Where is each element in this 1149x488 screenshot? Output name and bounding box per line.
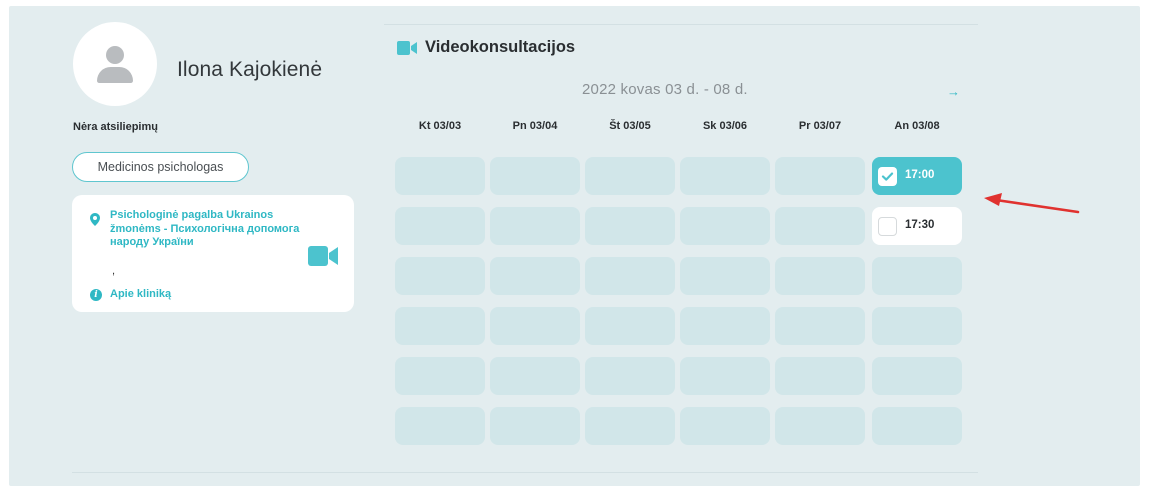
section-title: Videokonsultacijos	[397, 38, 575, 57]
map-pin-icon	[90, 213, 100, 226]
empty-slot	[872, 257, 962, 295]
empty-slot	[490, 257, 580, 295]
video-camera-icon	[308, 246, 338, 266]
empty-slot	[490, 207, 580, 245]
empty-slot	[585, 157, 675, 195]
empty-slot	[585, 307, 675, 345]
day-header: Pn 03/04	[512, 120, 558, 132]
slot-time: 17:00	[905, 169, 935, 181]
empty-slot	[395, 157, 485, 195]
empty-slot	[775, 207, 865, 245]
checkbox-icon[interactable]	[878, 217, 897, 236]
day-header: Sk 03/06	[702, 120, 748, 132]
clinic-card: Psichologinė pagalba Ukrainos žmonėms - …	[72, 195, 354, 312]
check-icon	[881, 172, 894, 181]
arrow-right-icon[interactable]: →	[947, 84, 960, 99]
empty-slot	[775, 157, 865, 195]
checkbox-icon[interactable]	[878, 167, 897, 186]
red-arrow-annotation	[984, 193, 1080, 214]
clinic-name-link[interactable]: Psichologinė pagalba Ukrainos žmonėms - …	[110, 209, 305, 250]
empty-slot	[680, 407, 770, 445]
time-slot-available[interactable]: 17:30	[872, 207, 962, 245]
empty-slot	[775, 307, 865, 345]
empty-slot	[775, 407, 865, 445]
empty-slot	[490, 157, 580, 195]
specialty-chip[interactable]: Medicinos psichologas	[72, 152, 249, 182]
empty-slot	[490, 407, 580, 445]
video-camera-icon	[397, 40, 417, 55]
slot-time: 17:30	[905, 219, 935, 231]
empty-slot	[395, 257, 485, 295]
info-icon: i	[90, 289, 102, 301]
user-placeholder-body	[97, 67, 133, 83]
empty-slot	[585, 407, 675, 445]
empty-slot	[872, 407, 962, 445]
empty-slot	[775, 357, 865, 395]
time-slot-selected[interactable]: 17:00	[872, 157, 962, 195]
clinic-address: ,	[112, 265, 116, 277]
bottom-divider	[72, 472, 978, 473]
empty-slot	[680, 207, 770, 245]
user-placeholder-icon	[106, 46, 124, 64]
day-header: Št 03/05	[609, 120, 651, 132]
empty-slot	[585, 357, 675, 395]
empty-slot	[585, 207, 675, 245]
empty-slot	[490, 357, 580, 395]
reviews-status: Nėra atsiliepimų	[73, 121, 158, 133]
day-header: Kt 03/03	[418, 120, 462, 132]
empty-slot	[680, 307, 770, 345]
empty-slot	[395, 207, 485, 245]
empty-slot	[872, 357, 962, 395]
empty-slot	[680, 157, 770, 195]
empty-slot	[775, 257, 865, 295]
about-clinic-link[interactable]: Apie kliniką	[110, 288, 171, 300]
empty-slot	[395, 357, 485, 395]
section-title-text: Videokonsultacijos	[425, 38, 576, 56]
day-header: An 03/08	[894, 120, 940, 132]
doctor-name[interactable]: Ilona Kajokienė	[177, 58, 322, 82]
top-divider	[384, 24, 978, 25]
empty-slot	[680, 357, 770, 395]
empty-slot	[395, 407, 485, 445]
empty-slot	[872, 307, 962, 345]
empty-slot	[490, 307, 580, 345]
date-range: 2022 kovas 03 d. - 08 d.	[582, 81, 748, 98]
doctor-avatar	[73, 22, 157, 106]
empty-slot	[395, 307, 485, 345]
day-header: Pr 03/07	[798, 120, 842, 132]
empty-slot	[680, 257, 770, 295]
empty-slot	[585, 257, 675, 295]
